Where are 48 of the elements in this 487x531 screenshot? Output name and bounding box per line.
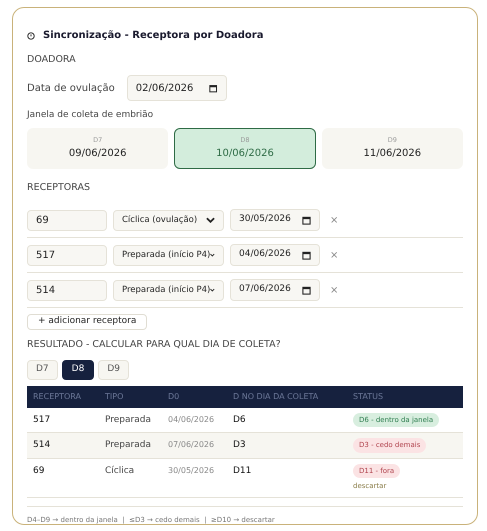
table-cell: 69: [27, 458, 99, 498]
table-cell: D11: [227, 458, 347, 498]
table-cell: 514: [27, 432, 99, 458]
remove-button[interactable]: ×: [330, 282, 338, 298]
day-tab[interactable]: D9: [98, 360, 129, 380]
remove-button[interactable]: ×: [330, 248, 338, 262]
add-recipient-button[interactable]: + adicionar receptora: [27, 314, 148, 330]
section-heading: DOADORA: [27, 53, 77, 67]
section-heading: RESULTADO - CALCULAR PARA QUAL DIA DE COLETA?: [27, 338, 282, 352]
table-cell: Preparada: [99, 408, 162, 433]
calendar-icon: [302, 250, 311, 260]
day-tab[interactable]: D7: [27, 360, 58, 380]
id-field[interactable]: 69: [27, 210, 107, 230]
type-select[interactable]: Preparada (início P4): [113, 280, 224, 300]
date-field[interactable]: 02/06/2026: [126, 75, 227, 102]
calendar-icon: [302, 216, 311, 224]
table-cell: 07/06/2026: [162, 432, 227, 458]
chevron-down-icon: [206, 217, 215, 223]
calendar-icon: [302, 286, 311, 294]
column-header: STATUS: [347, 386, 463, 408]
table-cell: Cíclica: [99, 458, 162, 498]
table-cell: D6: [227, 408, 347, 433]
id-field[interactable]: 514: [27, 280, 107, 300]
section-heading: RECEPTORAS: [27, 180, 91, 195]
field-label: Data de ovulação: [27, 82, 115, 96]
table-cell: Preparada: [99, 432, 162, 458]
id-field[interactable]: 517: [27, 244, 107, 266]
calendar-icon: [209, 84, 218, 93]
column-header: D NO DIA DA COLETA: [227, 386, 347, 408]
type-select[interactable]: Cíclica (ovulação): [113, 210, 224, 230]
type-select[interactable]: Preparada (início P4): [113, 244, 224, 266]
day-tab[interactable]: D8: [62, 360, 94, 380]
chevron-down-icon: [210, 287, 215, 293]
column-header: RECEPTORA: [27, 386, 99, 408]
field-label: Janela de coleta de embrião: [27, 109, 154, 122]
card-title: Sincronização - Receptora por Doadora: [43, 29, 264, 43]
remove-button[interactable]: ×: [330, 212, 338, 228]
date-field[interactable]: 30/05/2026: [230, 209, 320, 231]
column-header: D0: [162, 386, 227, 408]
column-header: TIPO: [99, 386, 162, 408]
table-cell: 04/06/2026: [162, 408, 227, 433]
table-cell: 30/05/2026: [162, 458, 227, 498]
chevron-down-icon: [210, 252, 215, 258]
clock-icon: [27, 32, 35, 40]
table-cell: D3: [227, 432, 347, 458]
date-field[interactable]: 04/06/2026: [230, 244, 320, 266]
date-field[interactable]: 07/06/2026: [230, 279, 320, 301]
table-cell: 517: [27, 408, 99, 433]
